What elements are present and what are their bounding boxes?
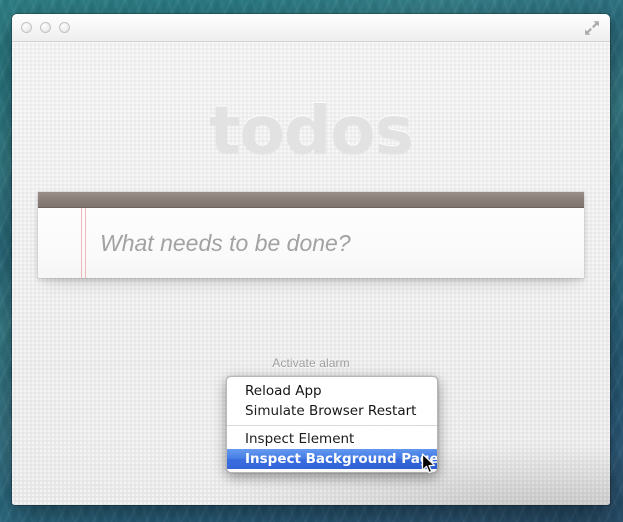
desktop-wallpaper: todos Activate alarm Reload App Simulate… bbox=[0, 0, 623, 522]
menu-separator bbox=[227, 425, 437, 426]
minimize-button[interactable] bbox=[40, 22, 51, 33]
page-title: todos bbox=[12, 98, 610, 164]
new-todo-card bbox=[38, 192, 584, 278]
app-content: todos Activate alarm Reload App Simulate… bbox=[12, 42, 610, 505]
app-window: todos Activate alarm Reload App Simulate… bbox=[12, 14, 610, 505]
window-controls[interactable] bbox=[21, 22, 70, 33]
menu-item-inspect-element[interactable]: Inspect Element bbox=[227, 429, 437, 449]
window-titlebar[interactable] bbox=[12, 14, 610, 42]
new-todo-input[interactable] bbox=[100, 208, 570, 278]
zoom-button[interactable] bbox=[59, 22, 70, 33]
margin-rule-right bbox=[85, 208, 86, 278]
card-topbar bbox=[38, 192, 584, 208]
fullscreen-expand-icon[interactable] bbox=[583, 19, 601, 37]
new-todo-row[interactable] bbox=[38, 208, 584, 278]
margin-rule-left bbox=[81, 208, 82, 278]
menu-item-simulate-browser-restart[interactable]: Simulate Browser Restart bbox=[227, 401, 437, 421]
context-menu[interactable]: Reload App Simulate Browser Restart Insp… bbox=[226, 376, 438, 473]
close-button[interactable] bbox=[21, 22, 32, 33]
menu-item-reload-app[interactable]: Reload App bbox=[227, 381, 437, 401]
activate-alarm-label[interactable]: Activate alarm bbox=[12, 356, 610, 370]
menu-item-inspect-background-page[interactable]: Inspect Background Page bbox=[227, 449, 437, 469]
